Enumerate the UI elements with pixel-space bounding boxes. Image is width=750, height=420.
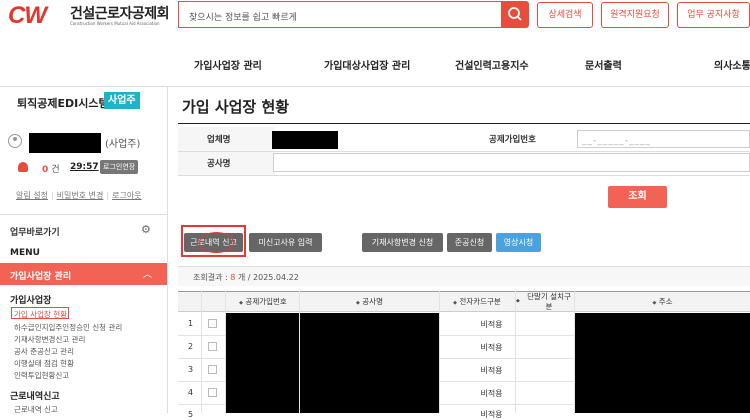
logout-link[interactable]: 로그아웃 [112,191,141,200]
bell-icon[interactable] [18,162,28,172]
header: CW 건설근로자공제회 Construction Workers Mutual … [0,0,750,32]
change-request-button[interactable]: 기재사항변경 신청 [362,233,443,252]
submenu-work-report[interactable]: 근로내역 신고 [14,404,58,415]
project-label: 공사명 [207,159,231,169]
nav-member-site[interactable]: 가입사업장 관리 [194,57,262,72]
column-divider [515,291,516,413]
form-divider [178,175,750,176]
sidebar: 퇴직공제EDI시스템 사업주 (사업주) 0 건 29:57 로그인연장 알림 … [0,87,168,415]
redacted-addresses [575,313,750,413]
row-number: 1 [188,319,194,328]
nav-employment-index[interactable]: 건설인력고용지수 [455,57,529,72]
row-checkbox[interactable] [208,388,217,397]
redacted-mutual-numbers [226,313,299,413]
completion-request-button[interactable]: 준공신청 [447,233,492,252]
logo-mark[interactable]: CW [8,2,47,30]
submenu-subcontractor[interactable]: 하수급인지입주인정승인 신청 관리 [14,322,122,333]
company-label: 업체명 [207,135,231,145]
nav-communication[interactable]: 의사소통 [714,57,750,72]
session-timer: 29:57 [70,162,99,172]
nav-target-site[interactable]: 가입대상사업장 관리 [324,57,410,72]
user-icon [8,134,22,148]
submenu-workforce-report[interactable]: 인력투입현황신고 [14,370,69,381]
menu-member-site-label[interactable]: 가입사업장 관리 [10,269,71,282]
top-navigation: 가입사업장 관리 가입대상사업장 관리 건설인력고용지수 문서출력 의사소통 [0,32,750,87]
column-header[interactable]: ◆ 주소 [575,291,750,312]
detail-search-button[interactable]: 상세검색 [537,2,593,28]
page-title: 가입 사업장 현황 [182,98,290,116]
row-checkbox[interactable] [208,365,217,374]
login-extend-button[interactable]: 로그인연장 [100,160,139,174]
column-header[interactable]: 단말기 설치구분 [524,291,574,312]
submenu-heading: 가입사업장 [10,296,52,306]
alert-settings-link[interactable]: 알림 설정 [16,191,48,200]
redacted-user-name [29,133,101,153]
column-header[interactable]: ◆ 공사명 [300,291,439,312]
submenu-change-report[interactable]: 기재사항변경신고 관리 [14,334,85,345]
table-cell-card: 비적용 [480,410,503,419]
notice-button[interactable]: 업무 공지사항 [677,2,750,28]
system-title: 퇴직공제EDI시스템 [17,97,109,110]
video-watch-button[interactable]: 영상시청 [496,233,541,252]
password-change-link[interactable]: 비밀번호 변경 [57,191,104,200]
project-input[interactable] [273,153,750,172]
reason-input-button[interactable]: 미신고사유 입력 [249,233,322,252]
row-number: 3 [188,365,194,374]
user-role: (사업주) [105,139,141,150]
title-rule [178,123,750,124]
redacted-company-name [272,131,338,149]
row-number: 2 [188,342,194,351]
gear-icon[interactable]: ⚙ [141,223,151,236]
search-icon [508,7,522,21]
table-cell-card: 비적용 [480,366,503,375]
table-cell-card: 비적용 [480,343,503,352]
redacted-project-names [300,313,439,413]
logo-subtitle: Construction Workers Mutual Aid Associat… [70,21,160,26]
submenu-inspection-status[interactable]: 이행실태 점검 현황 [14,358,74,369]
result-summary: 조회결과 : 8 개 / 2025.04.22 [193,273,299,282]
column-divider [439,291,440,413]
logo-title[interactable]: 건설근로자공제회 [70,3,170,23]
search-button[interactable] [501,1,529,28]
chevron-up-icon[interactable]: ︿ [143,267,152,280]
divider [0,214,167,215]
account-links: 알림 설정 | 비밀번호 변경 | 로그아웃 [16,191,142,200]
submenu-completion-report[interactable]: 공사 준공신고 관리 [14,346,74,357]
system-badge: 사업주 [104,92,140,109]
table-cell-card: 비적용 [480,320,503,329]
column-header[interactable]: ◆ 공제가입번호 [226,291,300,312]
row-checkbox[interactable] [208,342,217,351]
column-header[interactable]: ◆ 전자카드구분 [439,291,515,312]
form-divider [178,151,750,152]
sort-icon[interactable]: ◆ [516,298,520,304]
table-cell-card: 비적용 [480,389,503,398]
alert-count[interactable]: 0 건 [42,162,60,175]
search-submit-button[interactable]: 조회 [608,186,667,208]
menu-title: MENU [10,248,40,258]
row-checkbox[interactable] [208,319,217,328]
search-input[interactable]: 찾으시는 정보를 쉽고 빠르게 [178,1,501,28]
row-number: 5 [188,410,194,419]
mutual-no-label: 공제가입번호 [489,135,536,145]
remote-support-button[interactable]: 원격지원요청 [601,2,669,28]
row-number: 4 [188,388,194,397]
submenu-member-status[interactable]: 가입 사업장 현황 [14,309,67,320]
quick-menu-title: 업무바로가기 [10,228,60,238]
nav-document-print[interactable]: 문서출력 [585,57,622,72]
mutual-no-placeholder: __-_____-____ [582,136,651,146]
submenu-heading-2: 근로내역신고 [10,392,60,402]
highlight-oval [199,232,234,253]
column-divider [201,291,202,413]
